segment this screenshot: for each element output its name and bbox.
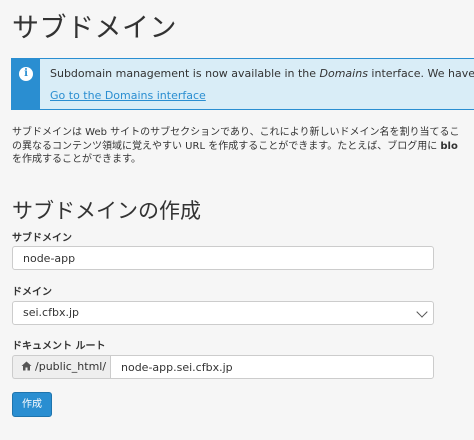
page-title: サブドメイン bbox=[12, 13, 177, 44]
description-line-2-bold: blo bbox=[440, 140, 458, 152]
home-icon bbox=[21, 361, 32, 371]
domain-select[interactable]: sei.cfbx.jp bbox=[12, 301, 434, 325]
docroot-input[interactable] bbox=[110, 355, 434, 379]
description: サブドメインは Web サイトのサブセクションであり、これにより新しいドメイン名… bbox=[12, 126, 474, 167]
description-line-2-text: の異なるコンテンツ領域に覚えやすい URL を作成することができます。たとえば、… bbox=[12, 140, 441, 152]
chevron-down-icon bbox=[416, 306, 428, 318]
alert-message-post: interface. We have deprecate bbox=[371, 67, 474, 80]
description-line-2: の異なるコンテンツ領域に覚えやすい URL を作成することができます。たとえば、… bbox=[12, 140, 474, 154]
alert-message-pre: Subdomain management is now available in… bbox=[50, 67, 320, 80]
description-line-3: を作成することができます。 bbox=[12, 154, 141, 165]
domain-label: ドメイン bbox=[12, 287, 52, 298]
docroot-prefix-text: /public_html/ bbox=[35, 360, 107, 373]
subdomain-label: サブドメイン bbox=[12, 233, 72, 244]
domain-select-value: sei.cfbx.jp bbox=[23, 306, 79, 319]
alert-stripe: i bbox=[12, 59, 40, 109]
info-icon: i bbox=[19, 67, 33, 81]
domains-interface-link[interactable]: Go to the Domains interface bbox=[50, 89, 206, 102]
alert-message: Subdomain management is now available in… bbox=[50, 67, 474, 80]
docroot-label: ドキュメント ルート bbox=[12, 341, 106, 352]
info-alert: i Subdomain management is now available … bbox=[11, 58, 474, 110]
create-button[interactable]: 作成 bbox=[12, 392, 52, 417]
docroot-prefix: /public_html/ bbox=[12, 355, 110, 379]
subdomain-input[interactable] bbox=[12, 246, 434, 270]
section-title: サブドメインの作成 bbox=[12, 199, 201, 223]
description-line-1: サブドメインは Web サイトのサブセクションであり、これにより新しいドメイン名… bbox=[12, 127, 460, 138]
alert-message-domains: Domains bbox=[319, 67, 368, 80]
